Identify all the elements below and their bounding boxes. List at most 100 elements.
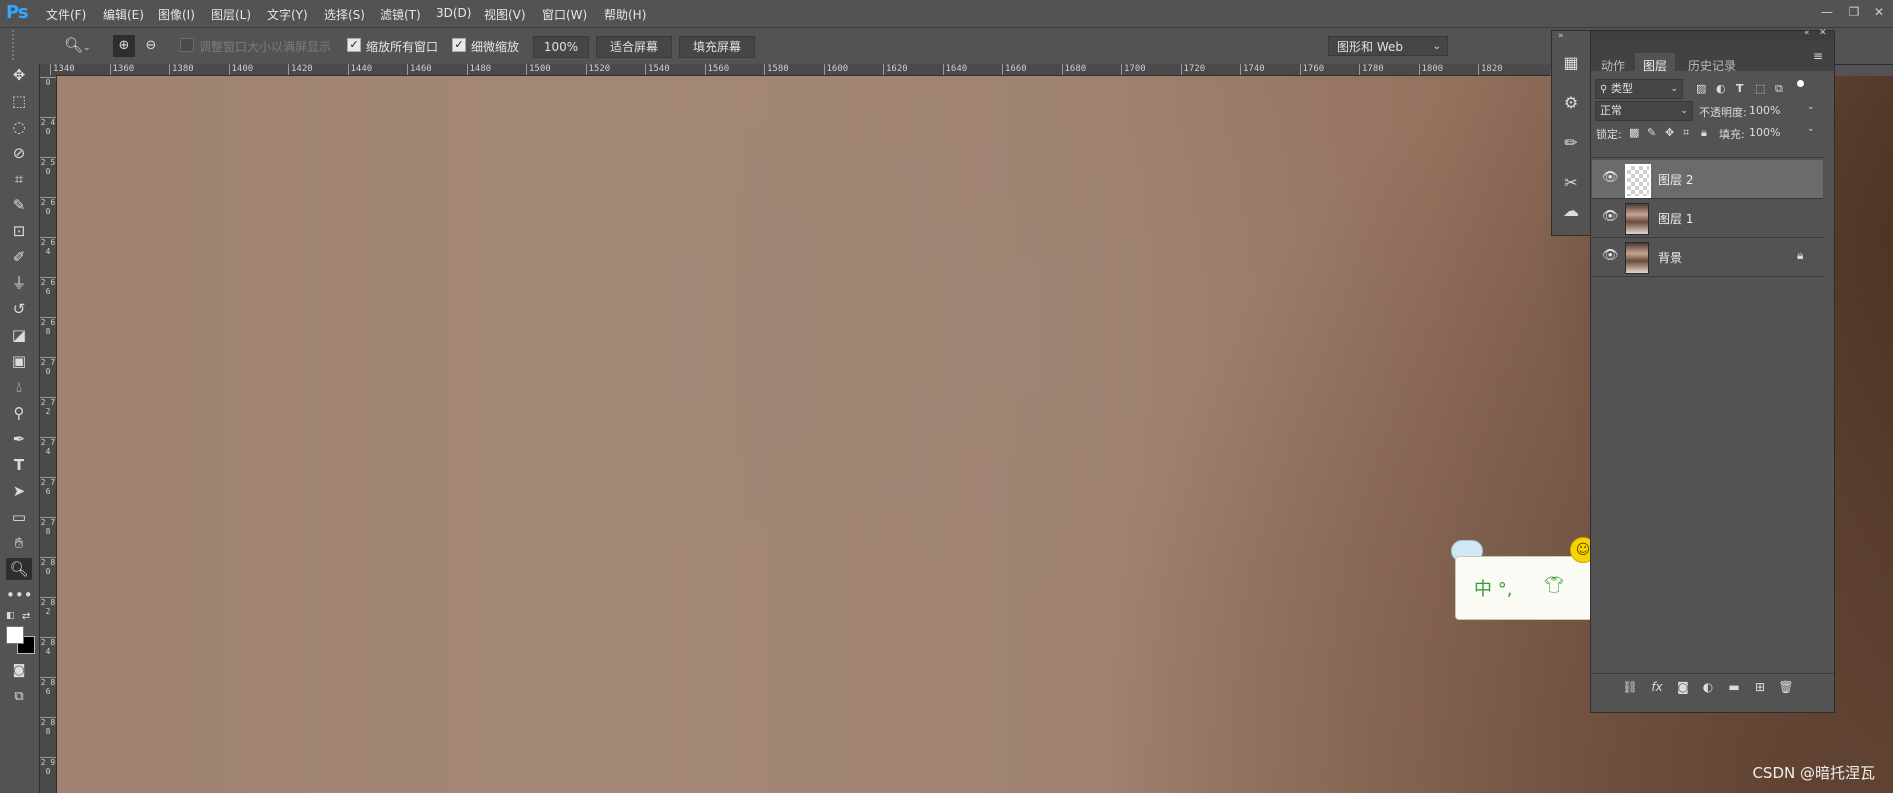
- move-tool-icon[interactable]: ✥: [6, 64, 32, 86]
- menu-image[interactable]: 图像(I): [158, 6, 195, 23]
- expand-dock-icon[interactable]: »: [1558, 31, 1564, 41]
- blur-tool-icon[interactable]: 💧︎: [6, 376, 32, 398]
- restore-icon[interactable]: ❐: [1845, 3, 1863, 21]
- menu-file[interactable]: 文件(F): [46, 6, 86, 23]
- zoom-tool-preset-icon[interactable]: 🔍︎⌄: [64, 36, 91, 54]
- menu-layer[interactable]: 图层(L): [211, 6, 251, 23]
- menu-select[interactable]: 选择(S): [324, 6, 365, 23]
- lock-transparent-icon[interactable]: ▩: [1629, 126, 1639, 139]
- fit-screen-button[interactable]: 适合屏幕: [596, 36, 672, 58]
- ruler-tick-label: 2 8 8: [40, 717, 56, 736]
- close-panel-icon[interactable]: ✕: [1819, 28, 1827, 38]
- eyedropper-tool-icon[interactable]: ✎: [6, 194, 32, 216]
- brush-tool-icon[interactable]: ✐: [6, 246, 32, 268]
- layer-row-2[interactable]: 👁︎ 图层 2: [1592, 160, 1823, 199]
- visibility-eye-icon[interactable]: 👁︎: [1602, 209, 1619, 224]
- filter-adjustment-icon[interactable]: ◐: [1716, 82, 1726, 95]
- healing-brush-tool-icon[interactable]: ⊡: [6, 220, 32, 242]
- zoom-out-icon[interactable]: ⊖: [140, 35, 162, 57]
- menu-type[interactable]: 文字(Y): [267, 6, 308, 23]
- lock-position-icon[interactable]: ✥: [1665, 126, 1674, 139]
- options-grip[interactable]: [12, 30, 18, 60]
- minimize-icon[interactable]: —: [1818, 3, 1836, 21]
- adjustment-layer-icon[interactable]: ◐: [1699, 680, 1717, 694]
- quick-mask-icon[interactable]: ◙: [6, 660, 32, 682]
- fill-input[interactable]: 100%: [1749, 124, 1799, 142]
- layer-row-1[interactable]: 👁︎ 图层 1: [1592, 199, 1823, 238]
- more-tools-icon[interactable]: •••: [6, 584, 33, 606]
- ruler-tick-label: 1520: [585, 64, 610, 75]
- ruler-tick-label: 2 8 6: [40, 677, 56, 696]
- filter-kind-select[interactable]: ⚲ 类型 ⌄: [1595, 79, 1683, 99]
- lock-artboard-icon[interactable]: ⌗: [1683, 126, 1689, 140]
- menu-3d[interactable]: 3D(D): [436, 6, 471, 20]
- link-layers-icon[interactable]: ⛓: [1621, 680, 1639, 694]
- filter-shape-icon[interactable]: ⬚: [1755, 82, 1765, 95]
- brush-presets-panel-icon[interactable]: ✏: [1559, 131, 1583, 155]
- ruler-tick-label: 2 7 2: [40, 397, 56, 416]
- menu-edit[interactable]: 编辑(E): [103, 6, 144, 23]
- visibility-eye-icon[interactable]: 👁︎: [1602, 248, 1619, 263]
- path-select-tool-icon[interactable]: ➤: [6, 480, 32, 502]
- actual-pixels-button[interactable]: 100%: [533, 36, 589, 58]
- eraser-tool-icon[interactable]: ◪: [6, 324, 32, 346]
- fill-screen-button[interactable]: 填充屏幕: [679, 36, 755, 58]
- rectangle-tool-icon[interactable]: ▭: [6, 506, 32, 528]
- hand-tool-icon[interactable]: ✋︎: [6, 532, 32, 554]
- type-tool-icon[interactable]: T: [6, 454, 32, 476]
- menu-window[interactable]: 窗口(W): [542, 6, 587, 23]
- lock-all-icon[interactable]: 🔒︎: [1701, 126, 1707, 140]
- panel-tabs: 动作 图层 历史记录 ≡: [1591, 41, 1834, 79]
- delete-layer-icon[interactable]: 🗑︎: [1777, 680, 1795, 694]
- layer-row-background[interactable]: 👁︎ 背景 🔒︎: [1592, 238, 1823, 277]
- screen-mode-icon[interactable]: ⧉: [6, 686, 32, 708]
- filter-pixel-icon[interactable]: ▨: [1696, 82, 1706, 95]
- new-group-icon[interactable]: ▬: [1725, 680, 1743, 694]
- ruler-tick-label: 1500: [526, 64, 551, 75]
- add-mask-icon[interactable]: ◙: [1674, 680, 1692, 694]
- marquee-tool-icon[interactable]: ⬚: [6, 90, 32, 112]
- collapse-panel-icon[interactable]: «: [1804, 28, 1810, 38]
- menu-help[interactable]: 帮助(H): [604, 6, 646, 23]
- menu-view[interactable]: 视图(V): [484, 6, 526, 23]
- new-layer-icon[interactable]: ⊞: [1751, 680, 1769, 694]
- histogram-panel-icon[interactable]: ▦: [1559, 51, 1583, 75]
- zoom-tool-icon[interactable]: 🔍︎: [6, 558, 32, 580]
- ime-status-widget[interactable]: 中 °, 👕︎: [1455, 556, 1595, 620]
- libraries-panel-icon[interactable]: ☁: [1559, 199, 1583, 223]
- clone-stamp-tool-icon[interactable]: ⏚: [6, 272, 32, 294]
- gradient-tool-icon[interactable]: ▣: [6, 350, 32, 372]
- visibility-eye-icon[interactable]: 👁︎: [1602, 170, 1619, 185]
- filter-type-icon[interactable]: T: [1736, 82, 1744, 95]
- blend-mode-select[interactable]: 正常 ⌄: [1595, 101, 1693, 121]
- history-brush-tool-icon[interactable]: ↺: [6, 298, 32, 320]
- filter-toggle-icon[interactable]: [1797, 80, 1804, 87]
- properties-panel-icon[interactable]: ⚙: [1559, 91, 1583, 115]
- opacity-chevron-icon[interactable]: ⌄: [1807, 102, 1815, 112]
- zoom-all-windows-checkbox[interactable]: ✓: [347, 38, 361, 52]
- zoom-in-icon[interactable]: ⊕: [113, 35, 135, 57]
- foreground-color-swatch[interactable]: [6, 626, 24, 644]
- default-colors-icon[interactable]: ◧: [6, 611, 15, 621]
- pen-tool-icon[interactable]: ✒: [6, 428, 32, 450]
- workspace-select[interactable]: 图形和 Web ⌄: [1328, 36, 1448, 56]
- tool-presets-panel-icon[interactable]: ✂: [1559, 171, 1583, 195]
- dodge-tool-icon[interactable]: ⚲: [6, 402, 32, 424]
- opacity-input[interactable]: 100%: [1749, 102, 1799, 120]
- ime-skin-icon[interactable]: 👕︎: [1544, 575, 1564, 594]
- close-icon[interactable]: ✕: [1870, 3, 1888, 21]
- fill-value: 100%: [1749, 126, 1781, 139]
- quick-select-tool-icon[interactable]: ⊘: [6, 142, 32, 164]
- scrubby-zoom-checkbox[interactable]: ✓: [452, 38, 466, 52]
- layer-style-icon[interactable]: fx: [1648, 680, 1666, 694]
- swap-colors-icon[interactable]: ⇄: [22, 611, 30, 622]
- lasso-tool-icon[interactable]: ◌: [6, 116, 32, 138]
- resize-windows-checkbox[interactable]: [180, 38, 194, 52]
- menu-filter[interactable]: 滤镜(T): [380, 6, 421, 23]
- panel-menu-icon[interactable]: ≡: [1813, 49, 1823, 63]
- crop-tool-icon[interactable]: ⌗: [6, 168, 32, 190]
- layer-thumbnail: [1625, 203, 1649, 235]
- lock-image-icon[interactable]: ✎: [1647, 126, 1656, 139]
- filter-smart-object-icon[interactable]: ⧉: [1775, 82, 1783, 96]
- fill-chevron-icon[interactable]: ⌄: [1807, 124, 1815, 134]
